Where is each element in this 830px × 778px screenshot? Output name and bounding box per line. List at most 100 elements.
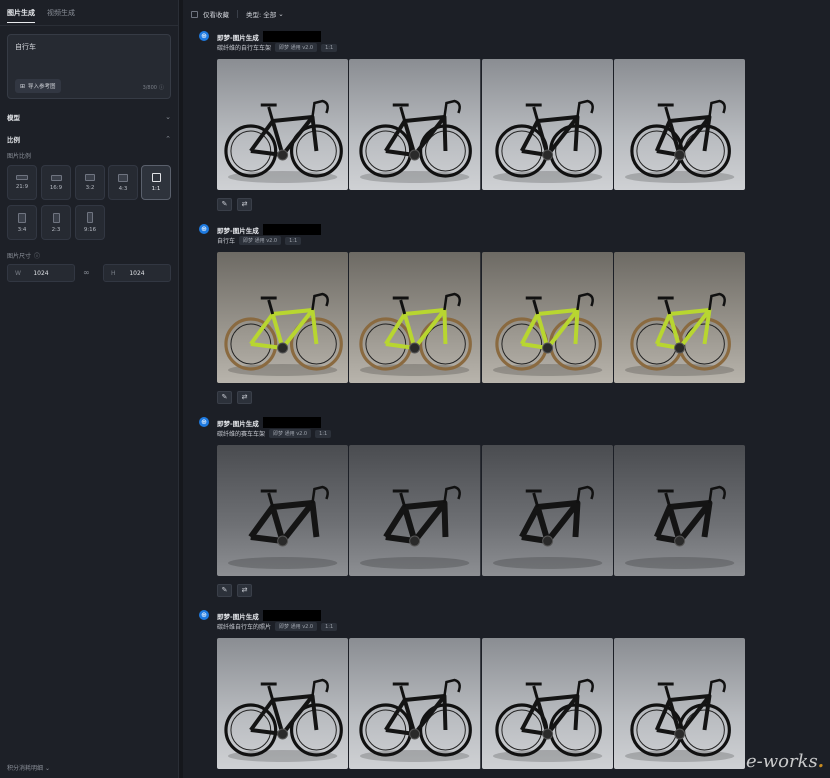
generated-image[interactable]: [613, 59, 745, 190]
credits-detail-text: 积分消耗明细: [7, 765, 44, 772]
image-grid: [217, 252, 745, 383]
ratio-section[interactable]: 比例 ⌃: [7, 134, 171, 144]
record-title: 即梦-图片生成: [217, 610, 321, 621]
model-section[interactable]: 模型 ⌄: [7, 112, 171, 122]
jimeng-logo-icon: ⊕: [199, 224, 209, 234]
info-icon: ⓘ: [34, 253, 41, 260]
ratio-shape-icon: [85, 174, 95, 181]
regenerate-icon[interactable]: ⇄: [237, 198, 252, 211]
generated-image[interactable]: [349, 445, 481, 576]
record-meta: 自行车 即梦 通用 v2.0 1:1: [217, 236, 302, 245]
generated-image[interactable]: [217, 59, 349, 190]
redacted-block: [262, 610, 321, 621]
prompt-text[interactable]: 自行车: [15, 42, 36, 52]
generated-image[interactable]: [217, 252, 349, 383]
size-inputs: W 1024 ∞ H 1024: [7, 264, 171, 282]
ratio-3-2[interactable]: 3:2: [75, 165, 105, 200]
ratio-shape-icon: [16, 175, 28, 180]
record-prompt[interactable]: 碳纤维的赛车车架: [217, 429, 265, 438]
model-chip: 即梦 通用 v2.0: [275, 622, 318, 631]
record-prompt[interactable]: 碳纤维自行车的照片: [217, 622, 271, 631]
link-icon[interactable]: ∞: [83, 268, 90, 277]
import-reference-label: 导入参考图: [28, 84, 56, 90]
record-meta: 碳纤维的自行车车架 即梦 通用 v2.0 1:1: [217, 43, 338, 52]
regenerate-icon[interactable]: ⇄: [237, 391, 252, 404]
jimeng-logo-icon: ⊕: [199, 610, 209, 620]
height-value[interactable]: 1024: [104, 270, 170, 277]
tab-image-generation[interactable]: 图片生成: [7, 8, 35, 23]
generated-image[interactable]: [613, 638, 745, 769]
model-label: 模型: [7, 114, 20, 122]
type-select-label: 类型: 全部: [246, 11, 277, 19]
record-title-text: 即梦-图片生成: [217, 419, 259, 428]
image-grid: [217, 638, 745, 769]
watermark-dot: .: [817, 751, 824, 772]
generated-image[interactable]: [481, 59, 613, 190]
generated-image[interactable]: [217, 638, 349, 769]
tab-video-generation[interactable]: 视频生成: [47, 8, 75, 23]
edit-icon[interactable]: ✎: [217, 391, 232, 404]
record-actions: ✎ ⇄: [217, 391, 252, 404]
ratio-label-text: 3:2: [85, 185, 95, 191]
ratio-shape-icon: [50, 174, 62, 181]
ratio-shape-icon: [118, 173, 128, 182]
jimeng-logo-icon: ⊕: [199, 417, 209, 427]
char-counter: 3/800 ⓘ: [143, 84, 164, 92]
redacted-block: [262, 417, 321, 428]
record-title-text: 即梦-图片生成: [217, 612, 259, 621]
record-title-text: 即梦-图片生成: [217, 33, 259, 42]
chevron-down-icon: ⌄: [278, 10, 284, 18]
sidebar: 图片生成 视频生成 自行车 ⊞ 导入参考图 3/800 ⓘ 模型 ⌄ 比例 ⌃ …: [0, 0, 179, 778]
watermark-logo: e-works.: [746, 751, 824, 772]
edit-icon[interactable]: ✎: [217, 584, 232, 597]
ratio-3-4[interactable]: 3:4: [7, 205, 37, 240]
ratio-16-9[interactable]: 16:9: [41, 165, 71, 200]
generated-image[interactable]: [481, 638, 613, 769]
ratio-9-16[interactable]: 9:16: [75, 205, 105, 240]
ratio-label-text: 9:16: [83, 227, 97, 233]
favorites-checkbox[interactable]: [191, 10, 198, 18]
generated-image[interactable]: [481, 252, 613, 383]
model-chip: 即梦 通用 v2.0: [239, 236, 282, 245]
ratio-chip: 1:1: [285, 236, 302, 245]
ratio-shape-icon: [52, 212, 60, 223]
ratio-label: 比例: [7, 136, 20, 144]
ratio-chip: 1:1: [321, 43, 338, 52]
generated-image[interactable]: [217, 445, 349, 576]
ratio-shape-icon: [87, 212, 93, 223]
edit-icon[interactable]: ✎: [217, 198, 232, 211]
generated-image[interactable]: [613, 252, 745, 383]
favorites-label[interactable]: 仅看收藏: [203, 9, 229, 19]
credits-detail-link[interactable]: 积分消耗明细 ⌄: [7, 763, 50, 772]
chevron-down-icon: ⌄: [44, 765, 50, 772]
record-title: 即梦-图片生成: [217, 31, 321, 42]
ratio-2-3[interactable]: 2:3: [41, 205, 71, 240]
type-select[interactable]: 类型: 全部 ⌄: [246, 9, 284, 19]
image-grid: [217, 59, 745, 190]
regenerate-icon[interactable]: ⇄: [237, 584, 252, 597]
ratio-21-9[interactable]: 21:9: [7, 165, 37, 200]
ratio-label-text: 21:9: [15, 184, 29, 190]
model-chip: 即梦 通用 v2.0: [275, 43, 318, 52]
prompt-input[interactable]: 自行车 ⊞ 导入参考图 3/800 ⓘ: [7, 34, 171, 99]
height-input[interactable]: H 1024: [103, 264, 171, 282]
chevron-up-icon: ⌃: [165, 135, 171, 143]
ratio-1-1[interactable]: 1:1: [141, 165, 171, 200]
generated-image[interactable]: [349, 252, 481, 383]
import-reference-button[interactable]: ⊞ 导入参考图: [15, 79, 61, 93]
redacted-block: [262, 31, 321, 42]
record-prompt[interactable]: 自行车: [217, 236, 235, 245]
ratio-label-text: 4:3: [118, 185, 128, 192]
info-icon: ⓘ: [158, 85, 164, 91]
ratio-4-3[interactable]: 4:3: [108, 165, 138, 200]
record-meta: 碳纤维自行车的照片 即梦 通用 v2.0 1:1: [217, 622, 338, 631]
record-prompt[interactable]: 碳纤维的自行车车架: [217, 43, 271, 52]
width-input[interactable]: W 1024: [7, 264, 75, 282]
generated-image[interactable]: [613, 445, 745, 576]
size-label: 图片尺寸 ⓘ: [7, 251, 40, 260]
generated-image[interactable]: [349, 638, 481, 769]
ratio-label-text: 2:3: [51, 226, 61, 233]
generated-image[interactable]: [481, 445, 613, 576]
generated-image[interactable]: [349, 59, 481, 190]
width-value[interactable]: 1024: [8, 270, 74, 277]
